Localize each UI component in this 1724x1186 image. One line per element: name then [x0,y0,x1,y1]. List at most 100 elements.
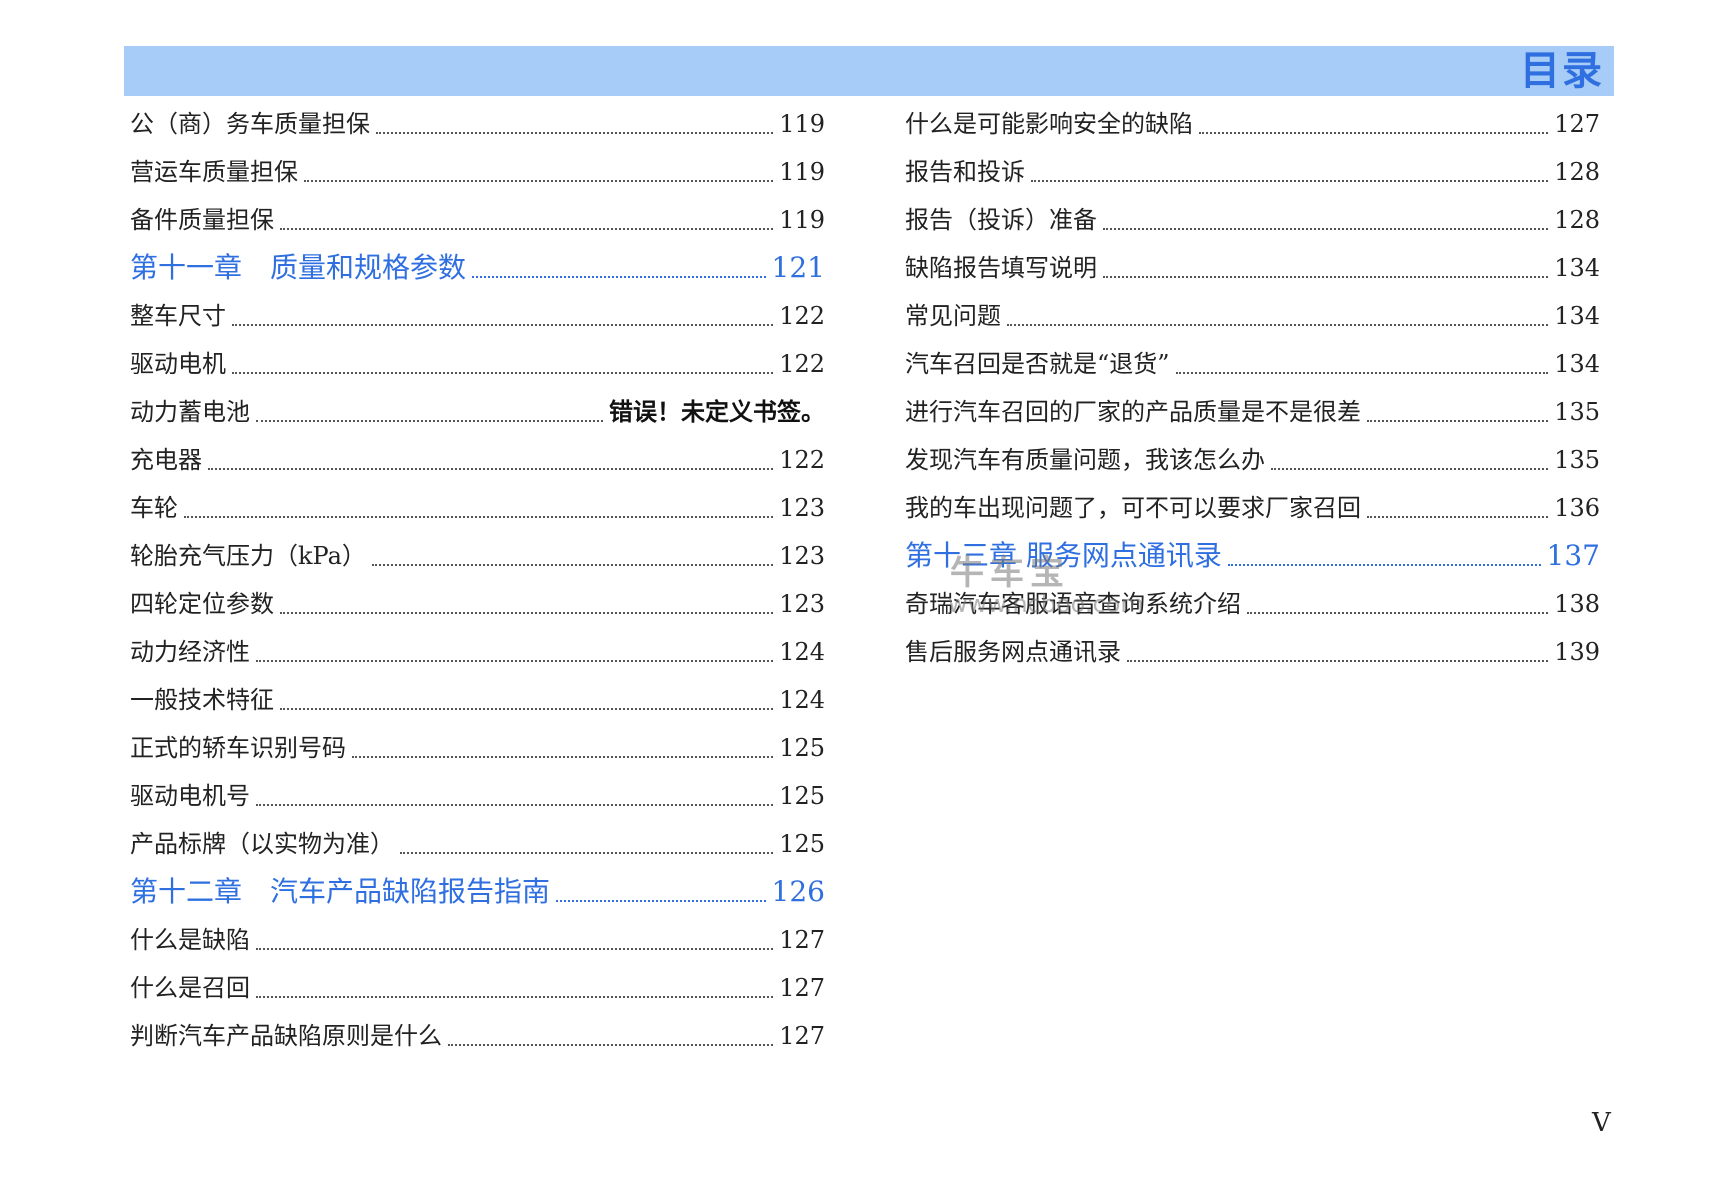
toc-entry[interactable]: 营运车质量担保 119 [130,148,825,196]
dot-leader [448,1044,774,1046]
toc-entry-title: 什么是缺陷 [130,926,250,954]
toc-entry[interactable]: 轮胎充气压力（kPa） 123 [130,532,825,580]
dot-leader [1127,660,1549,662]
toc-entry-page: 134 [1554,254,1600,282]
toc-entry-page: 错误！未定义书签。 [609,398,825,426]
toc-entry-page: 126 [771,875,825,908]
toc-entry[interactable]: 判断汽车产品缺陷原则是什么 127 [130,1012,825,1060]
dot-leader [371,564,774,566]
dot-leader [256,996,774,998]
toc-entry[interactable]: 报告和投诉 128 [905,148,1600,196]
toc-right-column: 什么是可能影响安全的缺陷 127 报告和投诉 128 报告（投诉）准备 128 缺陷报告填写… [905,100,1600,676]
toc-entry-page: 134 [1554,350,1600,378]
dot-leader [256,660,774,662]
dot-leader [1227,564,1541,566]
toc-entry-title: 判断汽车产品缺陷原则是什么 [130,1022,442,1050]
toc-entry[interactable]: 什么是召回 127 [130,964,825,1012]
dot-leader [280,228,774,230]
toc-chapter-entry[interactable]: 第十三章 服务网点通讯录 137 [905,532,1600,580]
toc-entry-title: 我的车出现问题了，可不可以要求厂家召回 [905,494,1361,522]
toc-entry-title: 第十三章 服务网点通讯录 [905,539,1222,572]
toc-entry-page: 127 [779,926,825,954]
toc-entry-title: 动力经济性 [130,638,250,666]
toc-entry[interactable]: 动力蓄电池 错误！未定义书签。 [130,388,825,436]
toc-entry[interactable]: 一般技术特征 124 [130,676,825,724]
toc-entry-title: 进行汽车召回的厂家的产品质量是不是很差 [905,398,1361,426]
toc-entry-page: 127 [1554,110,1600,138]
toc-entry-page: 124 [779,686,825,714]
toc-entry-title: 轮胎充气压力（kPa） [130,542,366,570]
page-number: V [1592,1108,1611,1138]
toc-entry-title: 售后服务网点通讯录 [905,638,1121,666]
dot-leader [1031,180,1549,182]
toc-entry-title: 车轮 [130,494,178,522]
toc-entry-title: 备件质量担保 [130,206,274,234]
dot-leader [1103,276,1549,278]
dot-leader [184,516,774,518]
toc-entry[interactable]: 汽车召回是否就是“退货” 134 [905,340,1600,388]
toc-entry[interactable]: 驱动电机 122 [130,340,825,388]
toc-entry-title: 驱动电机号 [130,782,250,810]
dot-leader [1271,468,1549,470]
dot-leader [376,132,774,134]
toc-entry-page: 125 [779,734,825,762]
toc-entry-page: 123 [779,494,825,522]
toc-entry[interactable]: 售后服务网点通讯录 139 [905,628,1600,676]
toc-entry-title: 常见问题 [905,302,1001,330]
toc-entry-title: 公（商）务车质量担保 [130,110,370,138]
toc-entry-page: 123 [779,542,825,570]
toc-entry-page: 121 [771,251,825,284]
dot-leader [1007,324,1549,326]
toc-entry-title: 四轮定位参数 [130,590,274,618]
toc-entry[interactable]: 车轮 123 [130,484,825,532]
toc-entry-title: 产品标牌（以实物为准） [130,830,394,858]
toc-entry-page: 124 [779,638,825,666]
toc-entry[interactable]: 驱动电机号 125 [130,772,825,820]
toc-entry-page: 137 [1546,539,1600,572]
toc-entry-title: 缺陷报告填写说明 [905,254,1097,282]
dot-leader [280,708,774,710]
toc-entry-page: 127 [779,974,825,1002]
toc-entry[interactable]: 我的车出现问题了，可不可以要求厂家召回 136 [905,484,1600,532]
toc-entry-page: 123 [779,590,825,618]
toc-entry-title: 报告和投诉 [905,158,1025,186]
toc-chapter-entry[interactable]: 第十二章 汽车产品缺陷报告指南 126 [130,868,825,916]
toc-entry-page: 139 [1554,638,1600,666]
toc-entry-page: 119 [779,158,825,186]
toc-entry[interactable]: 什么是可能影响安全的缺陷 127 [905,100,1600,148]
toc-entry[interactable]: 什么是缺陷 127 [130,916,825,964]
dot-leader [256,804,774,806]
toc-chapter-entry[interactable]: 第十一章 质量和规格参数 121 [130,244,825,292]
toc-entry[interactable]: 常见问题 134 [905,292,1600,340]
dot-leader [280,612,774,614]
toc-left-column: 公（商）务车质量担保 119 营运车质量担保 119 备件质量担保 119 第十一章 质量和… [130,100,825,1060]
dot-leader [472,276,766,278]
toc-entry-title: 报告（投诉）准备 [905,206,1097,234]
toc-entry[interactable]: 奇瑞汽车客服语音查询系统介绍 138 [905,580,1600,628]
toc-entry-title: 什么是可能影响安全的缺陷 [905,110,1193,138]
toc-entry-page: 135 [1554,446,1600,474]
toc-entry[interactable]: 整车尺寸 122 [130,292,825,340]
toc-entry[interactable]: 发现汽车有质量问题，我该怎么办 135 [905,436,1600,484]
toc-entry-title: 整车尺寸 [130,302,226,330]
toc-entry[interactable]: 充电器 122 [130,436,825,484]
toc-entry-page: 136 [1554,494,1600,522]
toc-entry[interactable]: 备件质量担保 119 [130,196,825,244]
header-bar: 目录 [124,46,1614,96]
toc-entry-title: 充电器 [130,446,202,474]
toc-entry[interactable]: 产品标牌（以实物为准） 125 [130,820,825,868]
toc-entry[interactable]: 进行汽车召回的厂家的产品质量是不是很差 135 [905,388,1600,436]
toc-entry[interactable]: 报告（投诉）准备 128 [905,196,1600,244]
toc-entry[interactable]: 正式的轿车识别号码 125 [130,724,825,772]
toc-entry[interactable]: 动力经济性 124 [130,628,825,676]
toc-entry-title: 第十一章 质量和规格参数 [130,251,467,284]
toc-entry-page: 134 [1554,302,1600,330]
toc-entry[interactable]: 四轮定位参数 123 [130,580,825,628]
toc-entry-title: 什么是召回 [130,974,250,1002]
toc-entry[interactable]: 缺陷报告填写说明 134 [905,244,1600,292]
toc-entry-title: 奇瑞汽车客服语音查询系统介绍 [905,590,1241,618]
toc-entry-page: 122 [779,446,825,474]
toc-entry-page: 122 [779,350,825,378]
toc-entry[interactable]: 公（商）务车质量担保 119 [130,100,825,148]
dot-leader [556,900,766,902]
